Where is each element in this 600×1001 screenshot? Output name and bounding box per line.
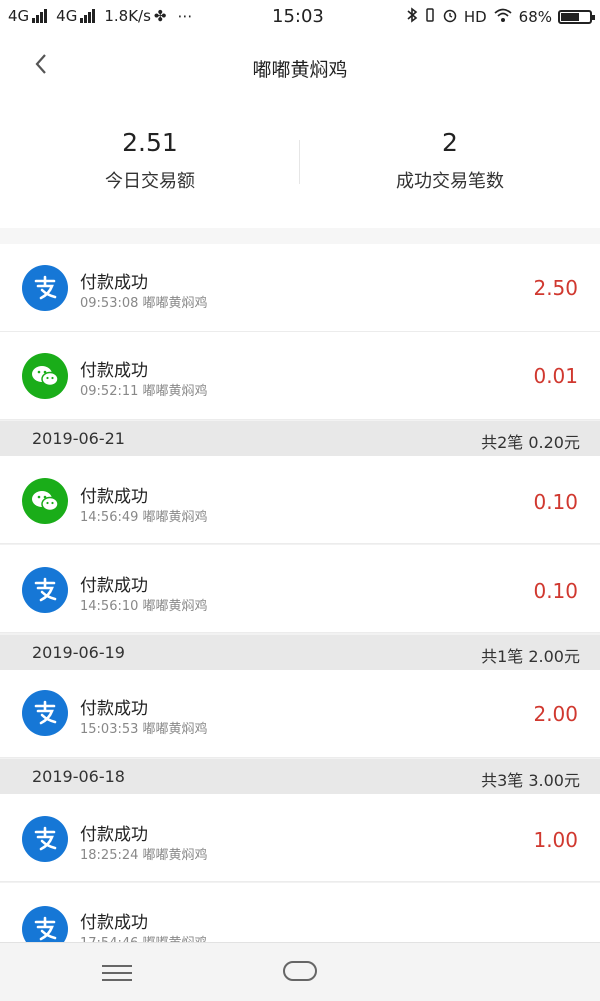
alipay-icon	[22, 690, 68, 736]
alipay-icon	[22, 265, 68, 311]
system-nav-bar	[0, 942, 600, 1001]
row-title: 付款成功	[80, 487, 148, 507]
success-count-value: 2	[442, 128, 458, 157]
transaction-row[interactable]: 付款成功 18:25:24 嘟嘟黄焖鸡 1.00	[0, 794, 600, 882]
sim2-label: 4G	[56, 7, 78, 25]
transaction-row[interactable]: 付款成功 14:56:10 嘟嘟黄焖鸡 0.10	[0, 545, 600, 633]
alipay-icon	[22, 816, 68, 862]
row-subtitle: 18:25:24 嘟嘟黄焖鸡	[80, 848, 208, 863]
bluetooth-icon	[406, 7, 418, 27]
summary-panel: 2.51 今日交易额 2 成功交易笔数	[0, 100, 600, 228]
status-bar: 4G 4G 1.8K/s ✤ ⋯ 15:03 HD 68%	[0, 0, 600, 34]
battery-percent: 68%	[518, 8, 552, 26]
battery-icon	[558, 10, 595, 24]
signal-icon	[80, 9, 96, 23]
home-pill-icon[interactable]	[283, 961, 317, 981]
row-amount: 0.10	[533, 490, 578, 514]
today-amount-stat: 2.51 今日交易额	[0, 128, 300, 193]
today-amount-value: 2.51	[122, 128, 178, 157]
fan-icon: ✤	[153, 7, 167, 25]
day-date: 2019-06-19	[32, 643, 125, 662]
transaction-row[interactable]: 付款成功 09:53:08 嘟嘟黄焖鸡 2.50	[0, 244, 600, 332]
row-title: 付款成功	[80, 576, 148, 596]
row-subtitle: 09:53:08 嘟嘟黄焖鸡	[80, 296, 208, 311]
status-right: HD 68%	[406, 7, 595, 27]
status-left: 4G 4G 1.8K/s ✤ ⋯	[8, 7, 192, 25]
today-amount-label: 今日交易额	[105, 171, 195, 192]
row-amount: 1.00	[533, 828, 578, 852]
row-subtitle: 14:56:49 嘟嘟黄焖鸡	[80, 510, 208, 525]
row-amount: 0.01	[533, 364, 578, 388]
row-subtitle: 15:03:53 嘟嘟黄焖鸡	[80, 722, 208, 737]
day-total: 共1笔 2.00元	[481, 647, 580, 666]
success-count-stat: 2 成功交易笔数	[300, 128, 600, 193]
day-header: 2019-06-21 共2笔 0.20元	[0, 421, 600, 456]
row-subtitle: 14:56:10 嘟嘟黄焖鸡	[80, 599, 208, 614]
row-amount: 2.50	[533, 276, 578, 300]
day-date: 2019-06-18	[32, 767, 125, 786]
row-title: 付款成功	[80, 825, 148, 845]
transaction-row[interactable]: 付款成功 17:54:46 嘟嘟黄焖鸡	[0, 883, 600, 942]
vibrate-icon	[424, 7, 436, 27]
page-title: 嘟嘟黄焖鸡	[252, 59, 348, 81]
wifi-icon	[493, 7, 513, 27]
success-count-label: 成功交易笔数	[396, 171, 504, 192]
day-date: 2019-06-21	[32, 429, 125, 448]
hd-label: HD	[463, 8, 487, 26]
transaction-row[interactable]: 付款成功 09:52:11 嘟嘟黄焖鸡 0.01	[0, 332, 600, 420]
header: 嘟嘟黄焖鸡	[0, 34, 600, 100]
row-subtitle: 17:54:46 嘟嘟黄焖鸡	[80, 932, 208, 942]
clock: 15:03	[272, 6, 324, 27]
alarm-icon	[442, 7, 458, 27]
day-total: 共3笔 3.00元	[481, 771, 580, 790]
day-header: 2019-06-18 共3笔 3.00元	[0, 759, 600, 794]
transaction-row[interactable]: 付款成功 14:56:49 嘟嘟黄焖鸡 0.10	[0, 456, 600, 544]
alipay-icon	[22, 906, 68, 942]
wechat-pay-icon	[22, 353, 68, 399]
menu-icon[interactable]	[102, 965, 132, 986]
row-subtitle: 09:52:11 嘟嘟黄焖鸡	[80, 384, 208, 399]
row-title: 付款成功	[80, 699, 148, 719]
more-icon: ⋯	[177, 7, 193, 25]
row-title: 付款成功	[80, 273, 148, 293]
day-header: 2019-06-19 共1笔 2.00元	[0, 635, 600, 670]
sim1-label: 4G	[8, 7, 30, 25]
signal-icon	[32, 9, 48, 23]
day-total: 共2笔 0.20元	[481, 433, 580, 452]
transaction-row[interactable]: 付款成功 15:03:53 嘟嘟黄焖鸡 2.00	[0, 670, 600, 758]
alipay-icon	[22, 567, 68, 613]
row-title: 付款成功	[80, 361, 148, 381]
row-title: 付款成功	[80, 913, 148, 933]
wechat-pay-icon	[22, 478, 68, 524]
row-amount: 0.10	[533, 579, 578, 603]
row-amount: 2.00	[533, 702, 578, 726]
network-speed: 1.8K/s	[104, 7, 151, 25]
section-gap	[0, 228, 600, 244]
